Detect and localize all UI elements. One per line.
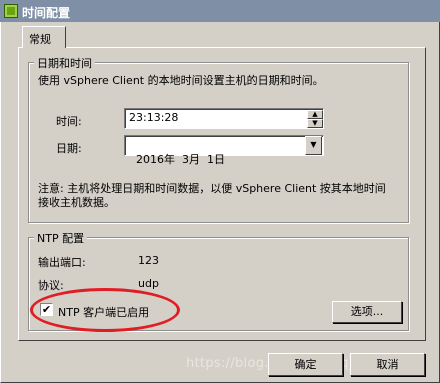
checkmark-icon: ✔ xyxy=(41,303,52,316)
datetime-group-legend: 日期和时间 xyxy=(34,55,95,71)
window-title: 时间配置 xyxy=(22,6,71,20)
time-label: 时间: xyxy=(56,115,82,128)
ntp-port-value: 123 xyxy=(138,254,159,267)
ntp-options-button-label: 选项... xyxy=(350,305,384,318)
ok-button-label: 确定 xyxy=(294,358,317,371)
ntp-client-enabled-label: NTP 客户端已启用 xyxy=(58,306,150,319)
vsphere-app-icon xyxy=(4,4,18,18)
datetime-note-line2: 接收主机数据。 xyxy=(38,196,115,209)
tab-general[interactable]: 常规 xyxy=(22,26,66,48)
ntp-group-legend: NTP 配置 xyxy=(34,230,88,246)
date-label: 日期: xyxy=(56,142,82,155)
time-decrement-button[interactable]: ▼ xyxy=(307,119,323,128)
ntp-protocol-label: 协议: xyxy=(38,279,64,292)
date-picker[interactable]: 2016年 3月 1日 xyxy=(124,135,324,166)
time-value: 23:13:28 xyxy=(129,111,179,124)
time-increment-button[interactable]: ▲ xyxy=(307,110,323,119)
title-bar: 时间配置 xyxy=(0,0,440,22)
date-dropdown-button[interactable]: ▼ xyxy=(305,136,322,155)
ntp-port-label: 输出端口: xyxy=(38,256,86,269)
cancel-button-label: 取消 xyxy=(376,358,399,371)
ntp-options-button[interactable]: 选项... xyxy=(332,301,402,323)
tab-general-label: 常规 xyxy=(29,33,51,46)
time-input[interactable]: 23:13:28 xyxy=(124,108,324,129)
cancel-button[interactable]: 取消 xyxy=(350,353,425,376)
ntp-protocol-value: udp xyxy=(138,277,159,290)
chevron-down-icon: ▼ xyxy=(310,140,317,149)
ok-button[interactable]: 确定 xyxy=(268,353,343,376)
datetime-description: 使用 vSphere Client 的本地时间设置主机的日期和时间。 xyxy=(38,74,324,87)
spin-up-icon: ▲ xyxy=(312,110,318,118)
spin-down-icon: ▼ xyxy=(312,119,318,127)
ntp-client-enabled-checkbox[interactable]: ✔ xyxy=(40,303,53,316)
date-value: 2016年 3月 1日 xyxy=(136,153,225,166)
